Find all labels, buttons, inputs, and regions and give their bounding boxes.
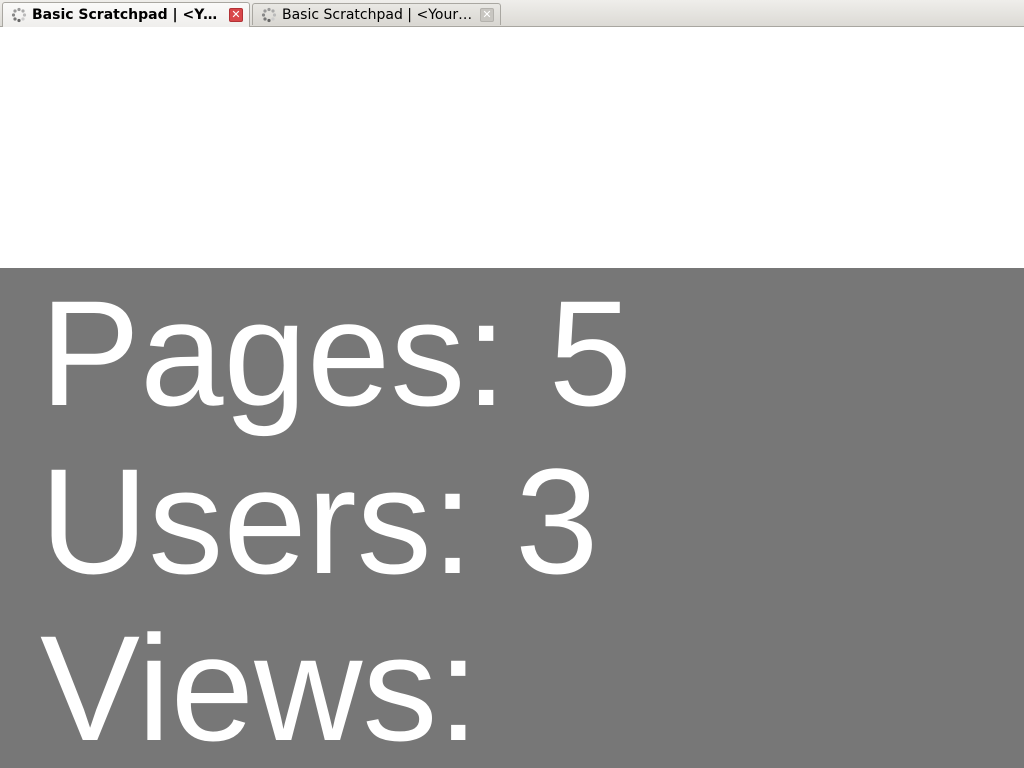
- tab-active[interactable]: Basic Scratchpad | <Your slide title> ✕: [2, 2, 250, 27]
- close-icon[interactable]: ✕: [480, 7, 494, 22]
- close-icon[interactable]: ✕: [229, 8, 243, 22]
- throbber-icon: [261, 7, 277, 22]
- stat-pages: Pages: 5: [40, 269, 633, 437]
- page-content-blank: [0, 27, 1024, 268]
- stat-views: Views:: [40, 604, 480, 768]
- throbber-icon: [11, 7, 27, 23]
- stats-panel: Pages: 5 Users: 3 Views:: [0, 268, 1024, 768]
- tab-title: Basic Scratchpad | <Your slide title>: [32, 7, 225, 23]
- stat-users: Users: 3: [40, 437, 599, 605]
- tab-inactive[interactable]: Basic Scratchpad | <Your slide title> ✕: [252, 3, 501, 25]
- tab-bar: Basic Scratchpad | <Your slide title> ✕ …: [0, 0, 1024, 27]
- tab-title: Basic Scratchpad | <Your slide title>: [282, 6, 476, 23]
